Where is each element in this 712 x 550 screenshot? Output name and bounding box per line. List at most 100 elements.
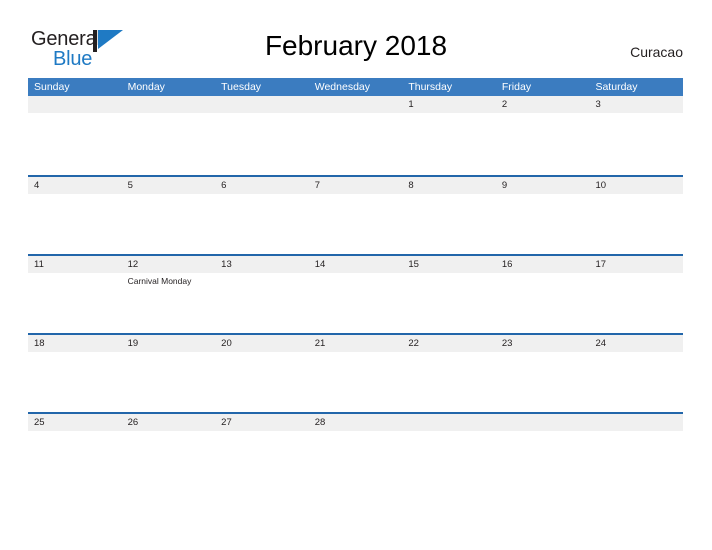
day-cell[interactable]: [496, 352, 590, 412]
day-cell[interactable]: [589, 273, 683, 333]
day-cell: [309, 113, 403, 173]
week-event-band: [28, 194, 683, 254]
day-number[interactable]: 1: [402, 96, 496, 113]
weekday-header-thursday: Thursday: [408, 81, 453, 93]
day-number[interactable]: 15: [402, 256, 496, 273]
day-cell[interactable]: [402, 273, 496, 333]
page-title: February 2018: [264, 30, 448, 61]
calendar-weeks: 1 2 3 4 5 6 7 8 9 10 11 12 13 14 15 16 17 Carnival Monday…: [28, 96, 683, 491]
day-number[interactable]: 10: [589, 177, 683, 194]
day-number[interactable]: 27: [215, 414, 309, 431]
day-cell[interactable]: [309, 431, 403, 491]
day-number[interactable]: 6: [215, 177, 309, 194]
day-cell[interactable]: [215, 194, 309, 254]
week-date-band: 123: [28, 96, 683, 113]
day-cell[interactable]: [28, 431, 122, 491]
day-cell: [589, 431, 683, 491]
day-cell[interactable]: [496, 273, 590, 333]
day-cell[interactable]: [309, 194, 403, 254]
page-header: General Blue February 2018 Curacao: [0, 0, 712, 70]
day-number-empty: [402, 414, 496, 431]
event-label: Carnival Monday: [127, 276, 192, 286]
day-number[interactable]: 22: [402, 335, 496, 352]
day-number-empty: [496, 414, 590, 431]
day-cell: [122, 113, 216, 173]
day-number[interactable]: 13: [215, 256, 309, 273]
weekday-header-tuesday: Tuesday: [221, 81, 262, 93]
day-cell[interactable]: [309, 273, 403, 333]
day-number[interactable]: 11: [28, 256, 122, 273]
day-cell[interactable]: [28, 194, 122, 254]
week-event-band: [28, 113, 683, 173]
calendar-week-row: 25 26 27 28: [28, 412, 683, 491]
day-cell[interactable]: [122, 431, 216, 491]
week-date-band: 4 5 6 7 8 9 10: [28, 177, 683, 194]
calendar-week-row: 18 19 20 21 22 23 24: [28, 333, 683, 412]
weekday-header-row: Sunday Monday Tuesday Wednesday Thursday Frid…: [28, 78, 683, 96]
day-number[interactable]: 3: [589, 96, 683, 113]
day-number[interactable]: 28: [309, 414, 403, 431]
region-label: Curacao: [630, 44, 683, 60]
day-cell[interactable]: [122, 194, 216, 254]
week-event-band: [28, 352, 683, 412]
day-number[interactable]: 18: [28, 335, 122, 352]
calendar-page: General Blue February 2018 Curacao Sunda…: [0, 0, 712, 550]
day-cell[interactable]: [589, 194, 683, 254]
day-number[interactable]: 23: [496, 335, 590, 352]
calendar-grid: Sunday Monday Tuesday Wednesday Thursday Frid…: [28, 78, 683, 491]
calendar-week-row: 11 12 13 14 15 16 17 Carnival Monday: [28, 254, 683, 333]
day-number[interactable]: 17: [589, 256, 683, 273]
day-cell[interactable]: [215, 273, 309, 333]
day-number[interactable]: 9: [496, 177, 590, 194]
day-number[interactable]: 21: [309, 335, 403, 352]
day-number[interactable]: 12: [122, 256, 216, 273]
day-cell[interactable]: [496, 194, 590, 254]
day-number[interactable]: 26: [122, 414, 216, 431]
week-date-band: 18 19 20 21 22 23 24: [28, 335, 683, 352]
day-cell[interactable]: [309, 352, 403, 412]
day-cell[interactable]: Carnival Monday: [122, 273, 216, 333]
day-number[interactable]: 25: [28, 414, 122, 431]
day-cell[interactable]: [402, 352, 496, 412]
day-cell: [496, 431, 590, 491]
day-cell[interactable]: [496, 113, 590, 173]
day-cell[interactable]: [28, 352, 122, 412]
day-cell[interactable]: [589, 113, 683, 173]
day-number[interactable]: 5: [122, 177, 216, 194]
day-number[interactable]: 16: [496, 256, 590, 273]
day-number[interactable]: 24: [589, 335, 683, 352]
day-number[interactable]: 2: [496, 96, 590, 113]
day-cell: [402, 431, 496, 491]
day-number-empty: [28, 96, 122, 113]
day-number[interactable]: 20: [215, 335, 309, 352]
day-number-empty: [122, 96, 216, 113]
day-number[interactable]: 8: [402, 177, 496, 194]
week-event-band: [28, 431, 683, 491]
day-cell[interactable]: [402, 194, 496, 254]
weekday-header-saturday: Saturday: [595, 81, 638, 93]
day-number[interactable]: 4: [28, 177, 122, 194]
calendar-week-row: 123: [28, 96, 683, 175]
day-cell[interactable]: [589, 352, 683, 412]
day-cell: [28, 113, 122, 173]
weekday-header-wednesday: Wednesday: [314, 81, 370, 93]
day-number[interactable]: 19: [122, 335, 216, 352]
day-number[interactable]: 14: [309, 256, 403, 273]
weekday-header-sunday: Sunday: [34, 81, 70, 93]
weekday-header-monday: Monday: [127, 81, 165, 93]
day-number-empty: [309, 96, 403, 113]
weekday-header-friday: Friday: [501, 81, 532, 93]
week-date-band: 25 26 27 28: [28, 414, 683, 431]
day-number-empty: [589, 414, 683, 431]
day-cell[interactable]: [122, 352, 216, 412]
day-number-empty: [215, 96, 309, 113]
day-cell[interactable]: [215, 431, 309, 491]
week-date-band: 11 12 13 14 15 16 17: [28, 256, 683, 273]
day-cell[interactable]: [402, 113, 496, 173]
week-event-band: Carnival Monday: [28, 273, 683, 333]
calendar-week-row: 4 5 6 7 8 9 10: [28, 175, 683, 254]
day-cell[interactable]: [215, 352, 309, 412]
day-number[interactable]: 7: [309, 177, 403, 194]
day-cell: [215, 113, 309, 173]
day-cell[interactable]: [28, 273, 122, 333]
